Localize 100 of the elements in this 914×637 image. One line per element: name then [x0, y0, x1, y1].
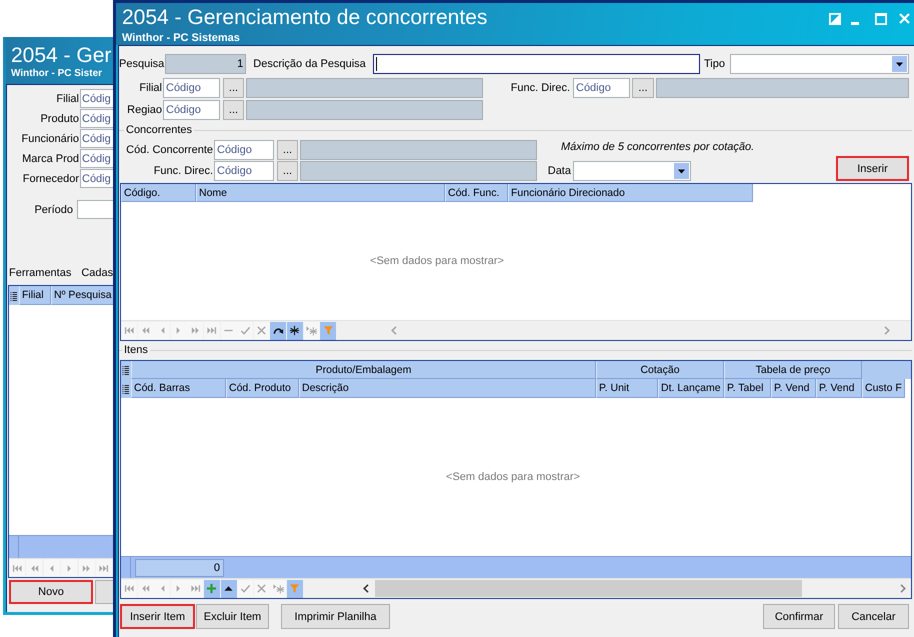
- skip-to-end-icon: [98, 562, 110, 574]
- last-record-button[interactable]: [187, 580, 204, 598]
- column-header[interactable]: Custo F: [862, 379, 905, 398]
- dropdown-field[interactable]: [730, 54, 909, 74]
- delete-item-button[interactable]: Excluir Item: [196, 604, 269, 629]
- close-icon[interactable]: [899, 13, 910, 24]
- column-header[interactable]: P. Tabel: [724, 379, 771, 398]
- lookup-button[interactable]: ...: [223, 100, 244, 120]
- list-icon[interactable]: [9, 286, 19, 305]
- previous-record-button[interactable]: [154, 322, 170, 340]
- first-record-button[interactable]: [121, 580, 137, 598]
- readonly-field[interactable]: [656, 78, 909, 98]
- description-field[interactable]: [372, 54, 700, 74]
- insert-record-button[interactable]: [286, 322, 303, 340]
- maximize-icon[interactable]: [875, 13, 887, 25]
- print-sheet-button[interactable]: Imprimir Planilha: [281, 604, 390, 629]
- column-header[interactable]: Nº Pesquisa: [51, 286, 114, 305]
- column-header[interactable]: Funcionário Direcionado: [508, 184, 753, 202]
- lookup-button[interactable]: ...: [277, 140, 298, 160]
- delete-record-button[interactable]: [220, 322, 237, 340]
- previous-record-button[interactable]: [154, 580, 170, 598]
- column-header[interactable]: P. Unit: [596, 379, 658, 398]
- lookup-button[interactable]: ...: [277, 161, 298, 181]
- code-field[interactable]: Código: [163, 78, 220, 98]
- filter-button[interactable]: [286, 580, 303, 598]
- column-band-header[interactable]: Tabela de preço: [724, 361, 862, 379]
- last-record-button[interactable]: [96, 559, 112, 577]
- code-field[interactable]: Códig: [80, 149, 114, 168]
- move-up-button[interactable]: [220, 580, 237, 598]
- dropdown-field[interactable]: [573, 161, 691, 181]
- column-header[interactable]: Filial: [19, 286, 51, 305]
- chevron-left-icon[interactable]: [363, 584, 369, 593]
- previous-page-button[interactable]: [138, 580, 154, 598]
- code-field[interactable]: Códig: [80, 89, 114, 108]
- confirm-button[interactable]: Confirmar: [763, 604, 835, 629]
- code-field[interactable]: Código: [214, 140, 274, 160]
- cancel-edit-button[interactable]: [254, 580, 270, 598]
- skip-to-end-icon: [206, 325, 218, 336]
- skip-to-start-icon: [124, 583, 134, 594]
- insert-button[interactable]: Inserir: [836, 156, 909, 181]
- column-header[interactable]: Descrição: [299, 379, 596, 398]
- column-header[interactable]: Cód. Func.: [445, 184, 508, 202]
- chevron-right-icon[interactable]: [900, 584, 906, 593]
- readonly-field[interactable]: [246, 100, 483, 120]
- save-record-button[interactable]: [237, 322, 254, 340]
- readonly-field[interactable]: [300, 161, 537, 181]
- next-record-button[interactable]: [61, 559, 78, 577]
- menu-item[interactable]: Cadas: [81, 264, 114, 283]
- plus-icon: [206, 583, 218, 594]
- last-record-button[interactable]: [204, 322, 220, 340]
- readonly-field[interactable]: [246, 78, 483, 98]
- append-record-button[interactable]: [270, 580, 286, 598]
- readonly-field[interactable]: [300, 140, 537, 160]
- column-header[interactable]: Código.: [121, 184, 196, 202]
- column-band-header[interactable]: Produto/Embalagem: [131, 361, 596, 379]
- first-record-button[interactable]: [9, 559, 25, 577]
- id-field[interactable]: 1: [165, 54, 246, 74]
- filter-button[interactable]: [320, 322, 336, 340]
- asterisk-icon: [289, 325, 300, 336]
- list-icon[interactable]: [121, 379, 131, 398]
- previous-record-button[interactable]: [44, 559, 60, 577]
- skip-to-start-icon: [124, 325, 134, 336]
- next-page-button[interactable]: [78, 559, 95, 577]
- text-cursor-icon: [376, 57, 377, 71]
- column-header[interactable]: P. Vend: [816, 379, 862, 398]
- cut-off-button[interactable]: [95, 580, 114, 604]
- previous-page-button[interactable]: [138, 322, 154, 340]
- double-right-triangle-icon: [81, 562, 92, 574]
- lookup-button[interactable]: ...: [632, 78, 654, 98]
- code-field[interactable]: Códig: [80, 129, 114, 148]
- code-field[interactable]: Códig: [80, 169, 114, 188]
- window-subtitle: Winthor - PC Sistemas: [122, 32, 240, 45]
- column-header[interactable]: Nome: [196, 184, 445, 202]
- new-button[interactable]: Novo: [9, 580, 93, 604]
- column-band-header[interactable]: Cotação: [596, 361, 724, 379]
- previous-page-button[interactable]: [26, 559, 42, 577]
- next-record-button[interactable]: [170, 580, 187, 598]
- code-field[interactable]: Códig: [80, 109, 114, 128]
- half-filled-square-icon[interactable]: [829, 13, 841, 25]
- chevron-right-icon[interactable]: [884, 326, 890, 335]
- insert-item-button[interactable]: Inserir Item: [120, 604, 195, 629]
- lookup-button[interactable]: ...: [223, 78, 244, 98]
- menu-item[interactable]: Ferramentas: [9, 264, 72, 283]
- refresh-button[interactable]: [270, 322, 286, 340]
- period-field[interactable]: [77, 200, 114, 219]
- next-page-button[interactable]: [187, 322, 204, 340]
- field-label: Filial: [56, 92, 79, 106]
- scrollbar-thumb[interactable]: [375, 580, 802, 597]
- code-field[interactable]: Código: [573, 78, 630, 98]
- first-record-button[interactable]: [121, 322, 137, 340]
- cancel-button[interactable]: Cancelar: [838, 604, 909, 629]
- column-header[interactable]: Cód. Produto: [226, 379, 299, 398]
- code-field[interactable]: Código: [163, 100, 220, 120]
- column-header[interactable]: Cód. Barras: [131, 379, 226, 398]
- filter-icon: [322, 325, 334, 336]
- column-header[interactable]: P. Vend: [771, 379, 816, 398]
- next-record-button[interactable]: [170, 322, 187, 340]
- field-label: Descrição da Pesquisa: [253, 57, 366, 72]
- code-field[interactable]: Código: [214, 161, 274, 181]
- column-header[interactable]: Dt. Lançame: [658, 379, 724, 398]
